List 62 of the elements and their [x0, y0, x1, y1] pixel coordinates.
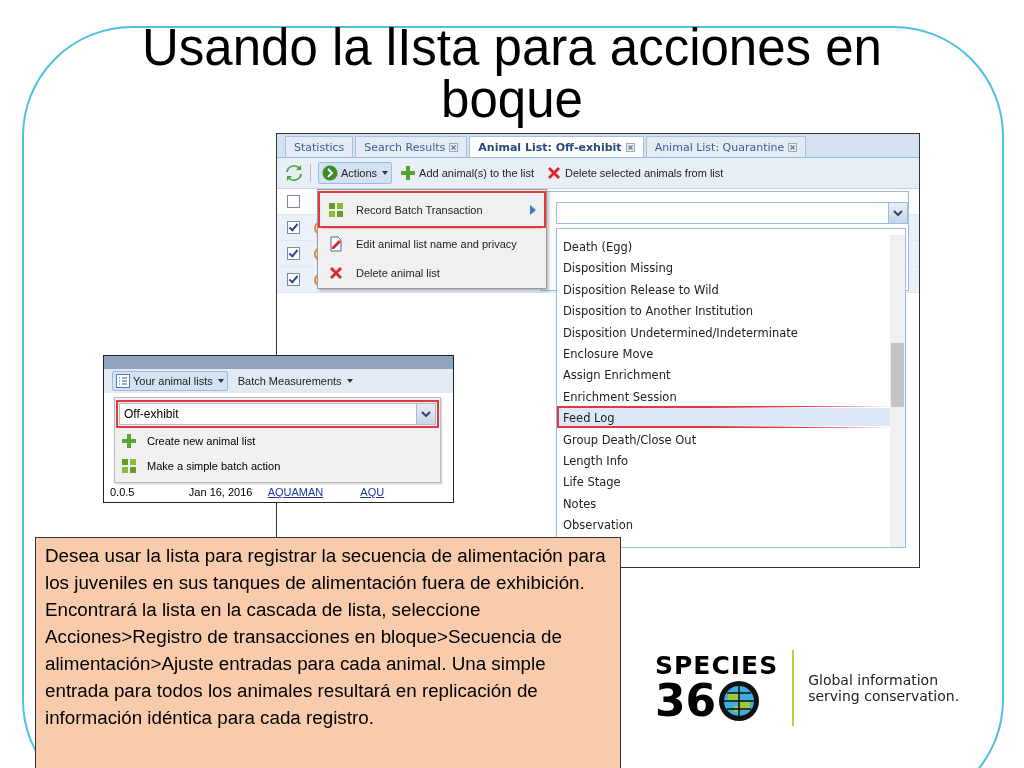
delete-animals-button[interactable]: Delete selected animals from list — [542, 162, 728, 184]
select-all-checkbox[interactable] — [287, 195, 300, 208]
caret-icon — [346, 379, 353, 383]
caret-icon — [382, 171, 389, 175]
refresh-icon[interactable] — [285, 164, 303, 182]
menu-item[interactable]: Edit animal list name and privacy — [318, 229, 546, 258]
list-option[interactable]: Assign Enrichment — [557, 363, 890, 385]
table-cell-text: 0.0.5 — [110, 486, 136, 498]
dropdown-trigger-icon[interactable] — [888, 203, 907, 223]
chevron-circle-icon — [322, 165, 338, 181]
toolbar-menu-button[interactable]: Batch Measurements — [233, 372, 357, 390]
table-cell-text: Jan 16, 2016 — [188, 486, 254, 498]
batch-grid-icon — [121, 457, 137, 474]
toolbar-menu-button[interactable]: Your animal lists — [112, 371, 228, 391]
row-checkbox[interactable] — [287, 247, 300, 260]
edit-document-icon — [328, 235, 344, 252]
delete-x-icon — [546, 165, 562, 181]
row-checkbox[interactable] — [287, 273, 300, 286]
instruction-text: Desea usar la lista para registrar la secuencia de alimentación para los juveniles en sus tanques de alimentación fuera de exhibición. Encontrará la lista en la cascada de lista, seleccione Acciones>Registro de transacciones en bloque>Secuencia de alimentación>Ajuste entradas para cada animal. Una simple entrada para todos los animales resultará en replicación de información idéntica para cada registro. — [35, 537, 621, 768]
list-option[interactable]: Observation — [557, 513, 890, 535]
caret-icon — [217, 379, 224, 383]
list-icon — [116, 374, 130, 388]
tab[interactable]: Statistics — [285, 136, 354, 157]
logo-wordmark: SPECIES — [655, 653, 779, 679]
batch-grid-icon — [328, 201, 344, 218]
list-option[interactable]: Notes — [557, 491, 890, 514]
list-option[interactable]: Enrichment Session — [557, 384, 890, 407]
tab[interactable]: Search Results — [355, 136, 468, 157]
animal-list-select[interactable]: Off-exhibit — [119, 403, 436, 425]
list-option[interactable]: Life Stage — [557, 470, 890, 492]
list-option[interactable]: Disposition Undetermined/Indeterminate — [557, 320, 890, 342]
menu-item[interactable]: Create new animal list — [115, 428, 440, 453]
tab[interactable]: Animal List: Off-exhibit — [469, 136, 644, 157]
globe-icon — [718, 680, 761, 722]
close-icon[interactable] — [625, 142, 635, 152]
slide-title: Usando la lIsta para acciones en boque — [141, 22, 883, 126]
list-option[interactable]: Enclosure Move — [557, 341, 890, 364]
list-option[interactable]: Feed Log — [557, 406, 890, 428]
list-option[interactable]: Disposition to Another Institution — [557, 299, 890, 321]
close-icon[interactable] — [449, 142, 459, 152]
row-checkbox[interactable] — [287, 221, 300, 234]
delete-x-icon — [328, 264, 344, 281]
link[interactable]: AQU — [360, 486, 453, 498]
menu-item[interactable]: Make a simple batch action — [115, 453, 440, 478]
list-option[interactable]: Group Death/Close Out — [557, 427, 890, 449]
list-option[interactable]: Length Info — [557, 448, 890, 471]
logo-number: 36 — [655, 679, 717, 723]
close-icon[interactable] — [788, 142, 798, 152]
list-option[interactable]: Death (Egg) — [557, 235, 890, 257]
dropdown-trigger-icon[interactable] — [416, 404, 435, 424]
list-option[interactable]: Disposition Release to Wild — [557, 277, 890, 300]
actions-button[interactable]: Actions — [318, 162, 393, 184]
link[interactable]: AQUAMAN — [267, 486, 361, 498]
tab[interactable]: Animal List: Quarantine — [645, 136, 807, 157]
scrollbar[interactable] — [890, 235, 905, 547]
plus-icon — [400, 165, 417, 181]
menu-item[interactable]: Delete animal list — [318, 258, 546, 287]
list-option[interactable]: Disposition Missing — [557, 256, 890, 278]
logo-tagline: Global information serving conservation. — [808, 672, 961, 704]
plus-icon — [121, 432, 137, 449]
add-animals-button[interactable]: Add animal(s) to the list — [396, 162, 538, 184]
menu-item[interactable]: Record Batch Transaction — [318, 191, 546, 228]
